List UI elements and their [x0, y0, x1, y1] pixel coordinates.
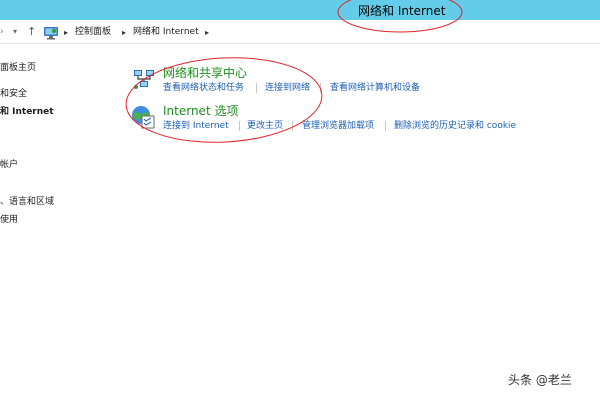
task-separator — [239, 121, 240, 131]
sidebar-item-network-internet: 和 Internet — [0, 107, 54, 117]
task-link-view-network-computers[interactable]: 查看网络计算机和设备 — [330, 82, 420, 94]
breadcrumb-separator-icon[interactable]: ▸ — [64, 27, 68, 39]
task-link-view-network-status[interactable]: 查看网络状态和任务 — [163, 82, 244, 94]
sidebar-item-home[interactable]: 面板主页 — [0, 62, 36, 74]
breadcrumb-separator-icon[interactable]: ▸ — [122, 27, 126, 39]
task-separator — [385, 121, 386, 131]
internet-options-icon[interactable] — [130, 104, 156, 130]
watermark-text: 头条 @老兰 — [508, 373, 572, 387]
sidebar-item-accounts[interactable]: 帐户 — [0, 159, 18, 171]
up-arrow-icon[interactable]: ↑ — [27, 26, 36, 38]
task-link-connect-to-network[interactable]: 连接到网络 — [265, 82, 310, 94]
window-title: 网络和 Internet — [358, 4, 446, 18]
sidebar-item-security[interactable]: 和安全 — [0, 88, 27, 100]
address-bar[interactable]: › ▾ ↑ ▸ 控制面板 ▸ 网络和 Internet ▸ — [0, 22, 600, 44]
task-link-connect-to-internet[interactable]: 连接到 Internet — [163, 120, 229, 132]
task-link-change-home-page[interactable]: 更改主页 — [247, 120, 283, 132]
sidebar-item-ease-of-access[interactable]: 使用 — [0, 214, 18, 226]
chevron-right-icon[interactable]: › — [0, 26, 4, 38]
network-sharing-center-icon[interactable] — [131, 66, 157, 92]
task-separator — [292, 121, 293, 131]
control-panel-icon — [44, 27, 58, 40]
task-separator — [320, 83, 321, 93]
task-separator — [256, 83, 257, 93]
chevron-down-icon[interactable]: ▾ — [13, 26, 17, 38]
title-bar — [0, 0, 600, 20]
breadcrumb-network-internet[interactable]: 网络和 Internet — [133, 26, 199, 39]
task-link-delete-browsing-history[interactable]: 删除浏览的历史记录和 cookie — [394, 120, 516, 132]
category-title-network-sharing-center[interactable]: 网络和共享中心 — [163, 66, 247, 81]
task-link-manage-addons[interactable]: 管理浏览器加载项 — [302, 120, 374, 132]
category-title-internet-options[interactable]: Internet 选项 — [163, 104, 238, 119]
sidebar-item-clock-language-region[interactable]: 、语言和区域 — [0, 196, 54, 208]
breadcrumb-separator-icon[interactable]: ▸ — [205, 27, 209, 39]
breadcrumb-control-panel[interactable]: 控制面板 — [75, 26, 111, 39]
address-bar-divider — [0, 43, 600, 44]
